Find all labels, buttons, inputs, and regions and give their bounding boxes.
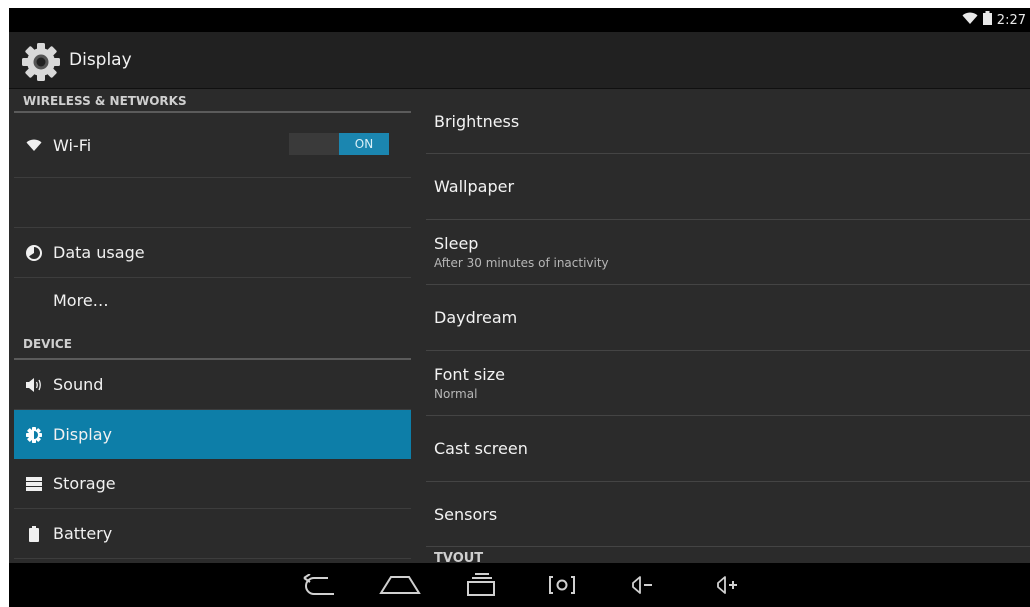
sidebar-item-label: Data usage	[53, 243, 145, 262]
setting-title: TVOUT	[434, 551, 484, 563]
battery-icon	[25, 509, 43, 558]
page-title: Display	[69, 50, 132, 70]
sidebar-item-label: Battery	[53, 524, 113, 543]
setting-title: Cast screen	[434, 439, 528, 458]
data-usage-icon	[25, 228, 43, 277]
setting-tvout[interactable]: TVOUT	[426, 551, 1030, 563]
setting-summary: After 30 minutes of inactivity	[434, 256, 609, 270]
storage-icon	[25, 459, 43, 508]
setting-title: Brightness	[434, 111, 520, 131]
wifi-icon	[962, 12, 978, 29]
sidebar-item-sound[interactable]: Sound	[14, 360, 411, 410]
back-icon[interactable]	[296, 571, 340, 599]
wifi-toggle[interactable]: ON	[289, 133, 389, 155]
setting-cast-screen[interactable]: Cast screen	[426, 416, 1030, 482]
volume-up-icon[interactable]	[706, 571, 750, 599]
sound-icon	[25, 360, 43, 409]
sidebar-item-label: More…	[53, 290, 109, 310]
status-icons: 2:27	[962, 11, 1026, 29]
setting-title: Font size	[434, 365, 505, 384]
sidebar-item-more[interactable]: More…	[14, 278, 411, 322]
volume-down-icon[interactable]	[621, 571, 665, 599]
setting-summary: Normal	[434, 387, 478, 401]
battery-icon	[982, 11, 992, 29]
header-device: DEVICE	[14, 322, 411, 360]
sidebar-item-label: Wi-Fi	[53, 135, 92, 155]
home-icon[interactable]	[378, 571, 422, 599]
sidebar-item-display[interactable]: Display	[14, 410, 411, 459]
sidebar-item-label: Display	[53, 425, 112, 444]
status-bar: 2:27	[9, 8, 1030, 32]
sidebar-item-label: Sound	[53, 375, 104, 394]
clock: 2:27	[996, 12, 1026, 28]
setting-sensors[interactable]: Sensors	[426, 482, 1030, 547]
screenshot-icon[interactable]	[540, 571, 584, 599]
setting-brightness[interactable]: Brightness	[426, 89, 1030, 154]
setting-font-size[interactable]: Font size Normal	[426, 351, 1030, 416]
toggle-on-label: ON	[339, 133, 389, 155]
setting-title: Sleep	[434, 234, 479, 253]
header-wireless-networks: WIRELESS & NETWORKS	[14, 89, 411, 113]
navigation-bar	[9, 563, 1030, 607]
action-bar: Display	[9, 32, 1030, 89]
setting-sleep[interactable]: Sleep After 30 minutes of inactivity	[426, 220, 1030, 285]
settings-content: WIRELESS & NETWORKS Wi-Fi ON Data usage	[9, 89, 1030, 563]
setting-title: Sensors	[434, 504, 498, 524]
display-settings-list: Brightness Wallpaper Sleep After 30 minu…	[426, 89, 1030, 563]
settings-sidebar: WIRELESS & NETWORKS Wi-Fi ON Data usage	[14, 89, 411, 563]
sidebar-item-empty	[14, 178, 411, 228]
setting-title: Wallpaper	[434, 177, 515, 196]
wifi-icon	[25, 113, 43, 177]
device-screen: 2:27 Display WIRELESS & NETWORKS Wi-Fi O…	[9, 8, 1030, 607]
display-icon	[25, 410, 43, 459]
sidebar-item-battery[interactable]: Battery	[14, 509, 411, 559]
recents-icon[interactable]	[459, 571, 503, 599]
setting-title: Daydream	[434, 308, 518, 327]
sidebar-item-storage[interactable]: Storage	[14, 459, 411, 509]
sidebar-item-wifi[interactable]: Wi-Fi ON	[14, 113, 411, 178]
settings-gear-icon[interactable]	[21, 42, 61, 82]
setting-daydream[interactable]: Daydream	[426, 285, 1030, 351]
setting-wallpaper[interactable]: Wallpaper	[426, 154, 1030, 220]
sidebar-item-label: Storage	[53, 474, 116, 493]
sidebar-item-data-usage[interactable]: Data usage	[14, 228, 411, 278]
